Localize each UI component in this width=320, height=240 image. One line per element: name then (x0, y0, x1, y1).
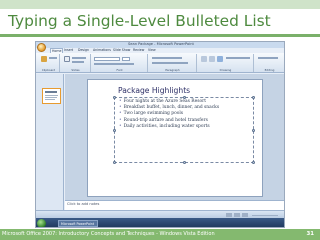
ribbon-group-label: Paragraph (165, 68, 180, 72)
thumbnail-line (45, 95, 58, 96)
notes-placeholder: Click to add notes (67, 202, 100, 206)
reset-icon[interactable] (72, 61, 84, 63)
notes-pane[interactable]: Click to add notes (65, 200, 284, 210)
sizing-handle[interactable] (252, 129, 255, 132)
taskbar-item-powerpoint[interactable]: Microsoft PowerPoint (58, 220, 98, 227)
thumbnail-line (45, 97, 57, 98)
slide-canvas: Package Highlights • Four nights at the A… (65, 74, 284, 200)
list-buttons[interactable] (152, 57, 182, 59)
powerpoint-screenshot: Sean Package - Microsoft PowerPoint Home… (35, 41, 285, 228)
paste-icon[interactable] (41, 56, 47, 62)
taskbar-item-label: Microsoft PowerPoint (61, 222, 95, 226)
slide-show-icon[interactable] (242, 213, 248, 217)
footer-bar: Microsoft Office 2007: Introductory Conc… (0, 229, 320, 240)
footer-text: Microsoft Office 2007: Introductory Conc… (2, 231, 215, 237)
zoom-slider[interactable] (252, 214, 278, 216)
page-title: Typing a Single-Level Bulleted List (8, 12, 271, 30)
ribbon-group-paragraph: Paragraph (149, 54, 197, 72)
slides-pane (36, 74, 64, 210)
bulleted-list: • Four nights at the Azure Seas Resort • B… (119, 99, 219, 130)
top-band (0, 0, 320, 9)
status-bar (36, 210, 284, 218)
window-title: Sean Package - Microsoft PowerPoint (128, 42, 194, 46)
start-button-icon[interactable] (37, 219, 46, 227)
sizing-handle[interactable] (113, 129, 116, 132)
list-item: • Daily activities, including water sport… (119, 124, 219, 130)
sizing-handle[interactable] (183, 161, 186, 164)
ribbon-group-label: Clipboard (41, 68, 56, 72)
slide-editing-area[interactable]: Package Highlights • Four nights at the A… (87, 79, 263, 197)
layout-icon[interactable] (72, 57, 86, 59)
find-replace-buttons[interactable] (258, 57, 278, 59)
slide-thumbnail[interactable] (42, 88, 61, 104)
alignment-buttons[interactable] (152, 62, 188, 64)
bullet-text: Round-trip airfare and hotel transfers (123, 117, 208, 123)
office-button[interactable] (37, 43, 46, 52)
ribbon-group-label: Font (116, 68, 123, 72)
ribbon-group-font: Font (92, 54, 148, 72)
arrange-icon[interactable] (209, 56, 215, 62)
page-number: 31 (306, 231, 314, 237)
bullet-text: Two large swimming pools (123, 111, 184, 117)
normal-view-icon[interactable] (226, 213, 232, 217)
ribbon-group-slides: Slides (61, 54, 91, 72)
bullet-text: Daily activities, including water sports (123, 123, 210, 129)
title-rule (0, 34, 320, 37)
sizing-handle[interactable] (113, 161, 116, 164)
thumbnail-line (45, 99, 55, 100)
cut-copy-icons[interactable] (49, 57, 57, 59)
quick-styles-icon[interactable] (217, 56, 223, 62)
font-name-box[interactable] (94, 57, 120, 61)
window-titlebar: Sean Package - Microsoft PowerPoint (36, 42, 284, 48)
bullet-icon: • (119, 99, 122, 104)
bullet-icon: • (119, 123, 122, 129)
slide-sorter-icon[interactable] (234, 213, 240, 217)
slide-title-placeholder[interactable]: Package Highlights (118, 86, 190, 96)
ribbon-group-drawing: Drawing (198, 54, 254, 72)
ribbon-group-clipboard: Clipboard (38, 54, 60, 72)
ribbon-group-label: Editing (264, 68, 275, 72)
sizing-handle[interactable] (252, 161, 255, 164)
bullet-text: Breakfast buffet, lunch, dinner, and sna… (123, 105, 220, 111)
font-size-box[interactable] (122, 57, 130, 61)
bullet-icon: • (119, 111, 122, 117)
ribbon-group-editing: Editing (255, 54, 284, 72)
bullet-text: Four nights at the Azure Seas Resort (123, 99, 206, 104)
font-format-buttons[interactable] (94, 63, 134, 65)
shapes-icon[interactable] (201, 56, 207, 62)
thumbnail-title (45, 91, 57, 93)
shape-fill-outline[interactable] (226, 57, 250, 59)
windows-taskbar: Microsoft PowerPoint (36, 218, 284, 227)
bullet-icon: • (119, 117, 122, 123)
bullet-icon: • (119, 105, 122, 111)
ribbon-group-label: Drawing (219, 68, 232, 72)
new-slide-icon[interactable] (64, 56, 70, 62)
sizing-handle[interactable] (113, 96, 116, 99)
ribbon: Clipboard Slides Font Paragraph Drawing (36, 53, 284, 73)
sizing-handle[interactable] (252, 96, 255, 99)
ribbon-group-label: Slides (71, 68, 80, 72)
